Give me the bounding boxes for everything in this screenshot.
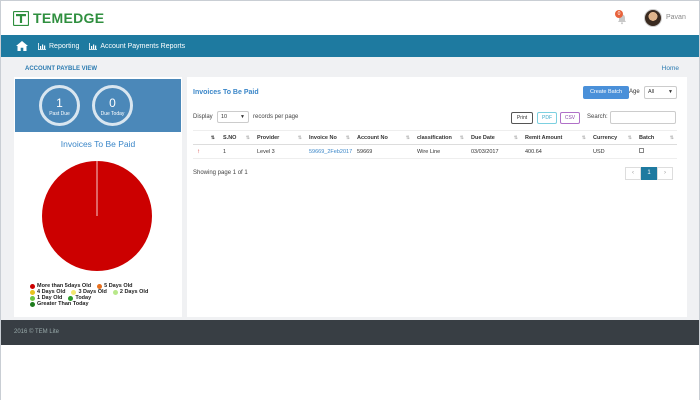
due-today-stat[interactable]: 0 Due Today xyxy=(92,85,133,126)
pagination: ‹ 1 › xyxy=(625,167,673,180)
past-due-label: Past Due xyxy=(49,111,70,117)
nav-item-reporting[interactable]: Reporting xyxy=(38,42,80,50)
column-header[interactable]: Batch ⇅ xyxy=(635,130,677,145)
chevron-down-icon: ▼ xyxy=(240,114,245,120)
column-header-sort[interactable]: ⇅ xyxy=(193,130,219,145)
records-per-page-label: records per page xyxy=(253,114,299,120)
pdf-button[interactable]: PDF xyxy=(537,112,557,124)
breadcrumb-home-link[interactable]: Home xyxy=(662,65,679,72)
brand-name: TEMEDGE xyxy=(33,10,105,26)
column-header[interactable]: Currency ⇅ xyxy=(589,130,635,145)
footer: 2016 © TEM Lite xyxy=(1,320,699,345)
create-batch-button[interactable]: Create Batch xyxy=(583,86,629,99)
section-title: Invoices To Be Paid xyxy=(193,89,259,96)
brand-logo[interactable]: TEMEDGE xyxy=(13,10,104,26)
home-icon[interactable] xyxy=(16,41,28,51)
due-today-count: 0 xyxy=(109,96,116,110)
invoice-link[interactable]: 59669_2Feb2017 xyxy=(305,144,353,159)
age-label: Age xyxy=(629,89,640,95)
due-stats: 1 Past Due 0 Due Today xyxy=(15,79,181,132)
table-row[interactable]: ↑ 1 Level 3 59669_2Feb2017 59669 Wire Li… xyxy=(193,144,677,159)
chart-title: Invoices To Be Paid xyxy=(60,139,136,149)
column-header[interactable]: Due Date ⇅ xyxy=(467,130,521,145)
notification-badge: 0 xyxy=(615,10,623,18)
invoice-summary-panel: 1 Past Due 0 Due Today Invoices To Be Pa… xyxy=(14,77,182,317)
avatar[interactable] xyxy=(644,9,662,27)
nav-item-label: Account Payments Reports xyxy=(100,42,186,50)
print-button[interactable]: Print xyxy=(511,112,533,124)
copyright-text: 2016 © TEM Lite xyxy=(14,329,59,335)
page-length-select[interactable]: 10 ▼ xyxy=(217,111,249,123)
display-label: Display xyxy=(193,114,213,120)
chart-legend: More than 5days Old 5 Days Old 4 Days Ol… xyxy=(30,283,180,307)
pie-chart xyxy=(42,161,152,271)
legend-item[interactable]: 2 Days Old xyxy=(112,289,148,295)
search-label: Search: xyxy=(587,114,608,120)
past-due-count: 1 xyxy=(56,96,63,110)
invoices-panel: Invoices To Be Paid Create Batch Age All… xyxy=(187,77,687,317)
legend-item[interactable]: Greater Than Today xyxy=(30,301,89,307)
cell-currency: USD xyxy=(589,144,635,159)
past-due-stat[interactable]: 1 Past Due xyxy=(39,85,80,126)
page-button[interactable]: 1 xyxy=(641,167,657,180)
row-priority-icon: ↑ xyxy=(193,144,219,159)
page-bottom xyxy=(1,345,699,400)
cell-due-date: 03/03/2017 xyxy=(467,144,521,159)
column-header[interactable]: Invoice No ⇅ xyxy=(305,130,353,145)
nav-item-label: Reporting xyxy=(49,42,80,50)
batch-checkbox[interactable] xyxy=(635,144,677,159)
column-header[interactable]: classification ⇅ xyxy=(413,130,467,145)
page-length-value: 10 xyxy=(221,114,228,120)
age-value: All xyxy=(648,89,655,95)
top-header: TEMEDGE 0 Pavan xyxy=(1,1,699,35)
table-info: Showing page 1 of 1 xyxy=(193,170,248,176)
chevron-down-icon: ▼ xyxy=(668,89,673,95)
next-page-button[interactable]: › xyxy=(657,167,673,180)
user-name[interactable]: Pavan xyxy=(666,14,686,21)
page-title: ACCOUNT PAYBLE VIEW xyxy=(25,66,98,72)
main-nav: Reporting Account Payments Reports xyxy=(1,35,699,57)
cell-provider: Level 3 xyxy=(253,144,305,159)
column-header[interactable]: Account No ⇅ xyxy=(353,130,413,145)
column-header[interactable]: Remit Amount ⇅ xyxy=(521,130,589,145)
cell-sno: 1 xyxy=(219,144,253,159)
app-window: TEMEDGE 0 Pavan Reporting Account Paymen xyxy=(0,0,700,400)
column-header[interactable]: Provider ⇅ xyxy=(253,130,305,145)
bar-chart-icon xyxy=(89,42,98,50)
bar-chart-icon xyxy=(38,42,46,50)
cell-remit-amount: 400.64 xyxy=(521,144,589,159)
cell-classification: Wire Line xyxy=(413,144,467,159)
search-input[interactable] xyxy=(610,111,676,124)
logo-shield-icon xyxy=(13,10,29,26)
age-select[interactable]: All ▼ xyxy=(644,86,677,99)
breadcrumb: ACCOUNT PAYBLE VIEW Home xyxy=(14,63,687,75)
nav-item-account-payments-reports[interactable]: Account Payments Reports xyxy=(89,42,186,50)
prev-page-button[interactable]: ‹ xyxy=(625,167,641,180)
csv-button[interactable]: CSV xyxy=(560,112,580,124)
invoices-table: ⇅ S.NO ⇅ Provider ⇅ Invoice No ⇅ Account No… xyxy=(193,130,677,159)
due-today-label: Due Today xyxy=(100,111,125,117)
column-header[interactable]: S.NO ⇅ xyxy=(219,130,253,145)
cell-account: 59669 xyxy=(353,144,413,159)
